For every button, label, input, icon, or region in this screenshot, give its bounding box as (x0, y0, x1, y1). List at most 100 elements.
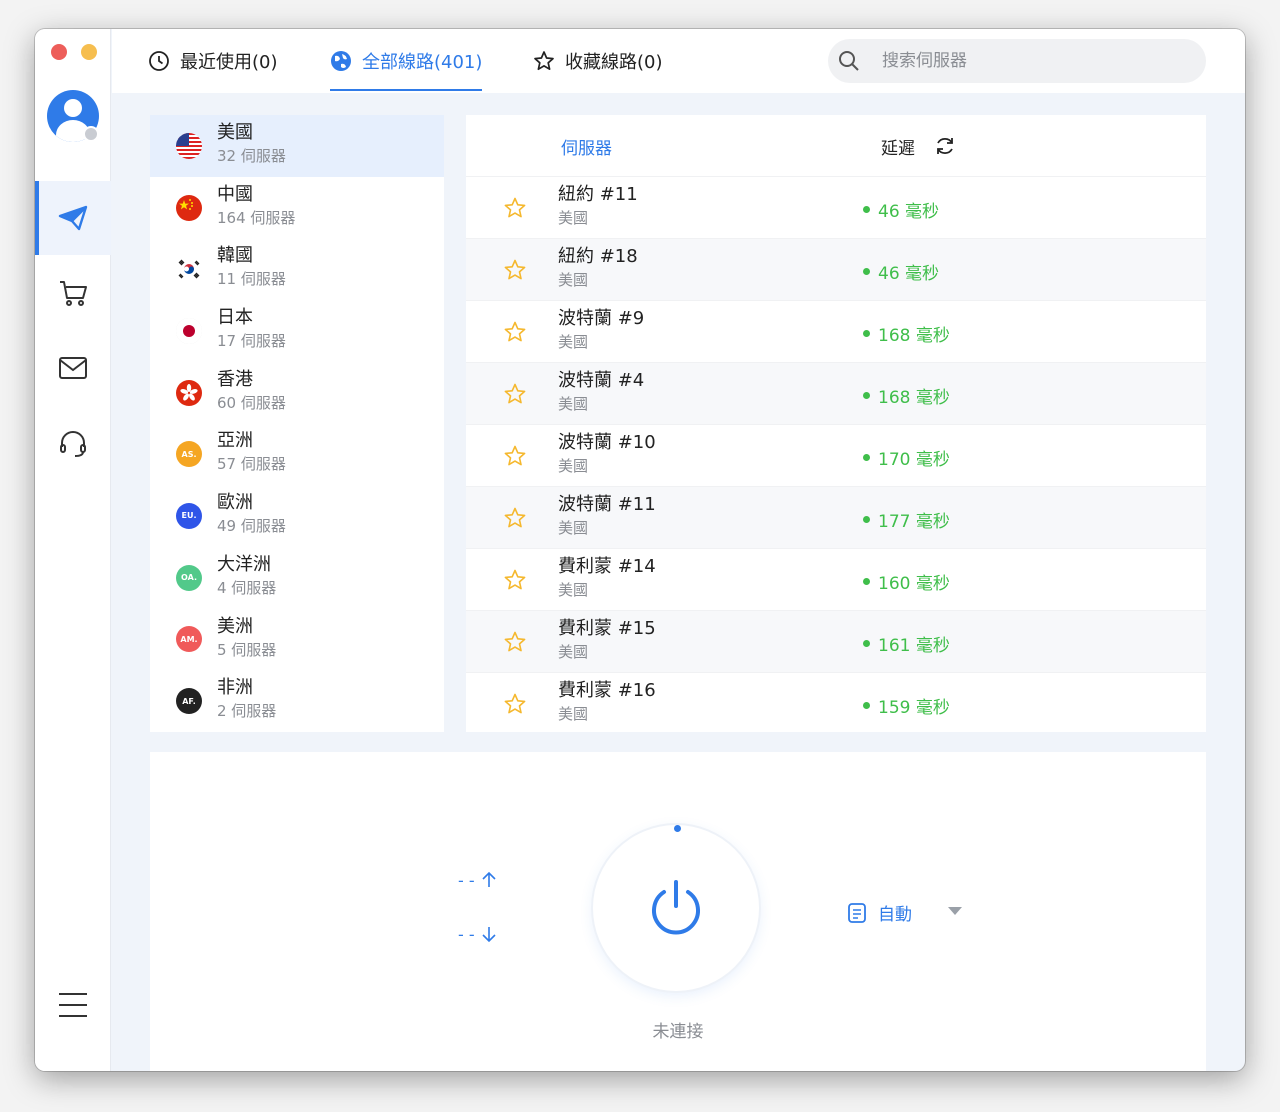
sidebar-item-store[interactable] (35, 256, 111, 330)
region-name: 韓國 (217, 245, 253, 267)
server-location: 美國 (558, 581, 589, 599)
americas-badge-icon: AM. (176, 626, 202, 653)
cart-icon (60, 281, 87, 306)
region-count: 32 伺服器 (217, 147, 286, 165)
favorite-star-icon[interactable] (503, 630, 527, 654)
region-item-jp[interactable]: 日本 17 伺服器 (150, 300, 444, 362)
region-item-hk[interactable]: 香港 60 伺服器 (150, 362, 444, 424)
server-row[interactable]: 費利蒙 #14 美國 160 毫秒 (466, 548, 1206, 610)
region-count: 17 伺服器 (217, 332, 286, 351)
favorite-star-icon[interactable] (503, 568, 527, 592)
region-name: 日本 (217, 307, 253, 329)
menu-icon[interactable] (57, 991, 89, 1019)
region-item-kr[interactable]: 韓國 11 伺服器 (150, 238, 444, 300)
europe-badge-icon: EU. (176, 502, 202, 529)
favorite-star-icon[interactable] (503, 692, 527, 716)
server-latency: 46 毫秒 (863, 259, 939, 284)
tab-recent[interactable]: 最近使用(0) (148, 29, 278, 93)
server-name: 費利蒙 #16 (558, 680, 656, 701)
document-icon (848, 902, 866, 923)
region-name: 中國 (217, 183, 253, 205)
refresh-icon[interactable] (934, 135, 956, 157)
clock-icon (149, 51, 169, 71)
server-latency: 46 毫秒 (863, 197, 939, 222)
oceania-badge-icon: OA. (176, 564, 202, 591)
mode-label: 自動 (878, 905, 912, 925)
connection-status: 未連接 (652, 1022, 704, 1042)
server-name: 紐約 #11 (558, 184, 638, 205)
search-box (828, 39, 1206, 83)
status-dot-icon (863, 454, 870, 461)
latency-value: 170 毫秒 (878, 450, 950, 470)
sidebar-item-support[interactable] (35, 406, 111, 480)
server-row[interactable]: 波特蘭 #4 美國 168 毫秒 (466, 362, 1206, 424)
tab-label: 全部線路(401) (362, 52, 483, 73)
status-dot-icon (863, 268, 870, 275)
server-location: 美國 (558, 333, 589, 351)
favorite-star-icon[interactable] (503, 444, 527, 468)
status-dot-icon (863, 206, 870, 213)
region-name: 美洲 (217, 615, 253, 637)
server-row[interactable]: 波特蘭 #11 美國 177 毫秒 (466, 486, 1206, 548)
cn-flag-icon (176, 194, 202, 221)
server-row[interactable]: 波特蘭 #10 美國 170 毫秒 (466, 424, 1206, 486)
server-row[interactable]: 費利蒙 #15 美國 161 毫秒 (466, 610, 1206, 672)
region-item-us[interactable]: 美國 32 伺服器 (150, 115, 444, 177)
server-row[interactable]: 紐約 #18 美國 46 毫秒 (466, 238, 1206, 300)
server-location: 美國 (558, 395, 589, 413)
tab-favorites[interactable]: 收藏線路(0) (533, 29, 663, 93)
mode-selector[interactable]: 自動 (846, 900, 912, 925)
tab-all-routes[interactable]: 全部線路(401) (330, 29, 483, 93)
connect-button[interactable] (593, 825, 759, 991)
server-row[interactable]: 費利蒙 #16 美國 159 毫秒 (466, 672, 1206, 734)
sidebar-item-servers[interactable] (35, 181, 111, 255)
search-input[interactable] (880, 50, 1160, 72)
favorite-star-icon[interactable] (503, 382, 527, 406)
region-count: 57 伺服器 (217, 455, 286, 474)
status-dot-icon (863, 702, 870, 709)
sidebar-item-messages[interactable] (35, 331, 111, 405)
region-item-americas[interactable]: AM. 美洲 5 伺服器 (150, 609, 444, 671)
upload-speed: - - (458, 870, 475, 890)
hk-flag-icon (176, 379, 202, 406)
column-header-server[interactable]: 伺服器 (561, 134, 612, 159)
latency-value: 46 毫秒 (878, 264, 940, 284)
arrow-down-icon (482, 927, 496, 943)
chevron-down-icon[interactable] (948, 907, 962, 915)
region-item-africa[interactable]: AF. 非洲 2 伺服器 (150, 670, 444, 732)
download-indicator: - - (458, 924, 499, 944)
region-item-europe[interactable]: EU. 歐洲 49 伺服器 (150, 485, 444, 547)
minimize-window-button[interactable] (81, 44, 97, 60)
close-window-button[interactable] (51, 44, 67, 60)
server-latency: 161 毫秒 (863, 631, 950, 656)
region-item-oceania[interactable]: OA. 大洋洲 4 伺服器 (150, 547, 444, 609)
favorite-star-icon[interactable] (503, 258, 527, 282)
latency-value: 160 毫秒 (878, 574, 950, 594)
server-latency: 177 毫秒 (863, 507, 950, 532)
favorite-star-icon[interactable] (503, 506, 527, 530)
server-name: 波特蘭 #11 (558, 494, 656, 515)
africa-badge-icon: AF. (176, 688, 202, 715)
favorite-star-icon[interactable] (503, 320, 527, 344)
asia-badge-icon: AS. (176, 441, 202, 468)
server-name: 費利蒙 #15 (558, 618, 656, 639)
latency-value: 168 毫秒 (878, 388, 950, 408)
server-latency: 170 毫秒 (863, 445, 950, 470)
server-row[interactable]: 紐約 #11 美國 46 毫秒 (466, 176, 1206, 238)
region-item-asia[interactable]: AS. 亞洲 57 伺服器 (150, 423, 444, 485)
status-dot-icon (863, 578, 870, 585)
server-name: 波特蘭 #10 (558, 432, 656, 453)
region-count: 5 伺服器 (217, 640, 277, 659)
server-row[interactable]: 波特蘭 #9 美國 168 毫秒 (466, 300, 1206, 362)
upload-indicator: - - (458, 870, 499, 890)
column-header-latency[interactable]: 延遲 (881, 134, 915, 159)
star-icon (534, 51, 554, 71)
sidebar (35, 29, 111, 1071)
server-table: 伺服器 延遲 紐約 #11 美國 46 毫秒 紐約 #18 美國 46 毫秒 波特蘭 #9 美… (466, 115, 1206, 732)
region-item-cn[interactable]: 中國 164 伺服器 (150, 177, 444, 239)
region-name: 美國 (217, 122, 253, 143)
latency-value: 159 毫秒 (878, 698, 950, 718)
region-name: 大洋洲 (217, 553, 271, 575)
favorite-star-icon[interactable] (503, 196, 527, 220)
region-count: 49 伺服器 (217, 517, 286, 536)
